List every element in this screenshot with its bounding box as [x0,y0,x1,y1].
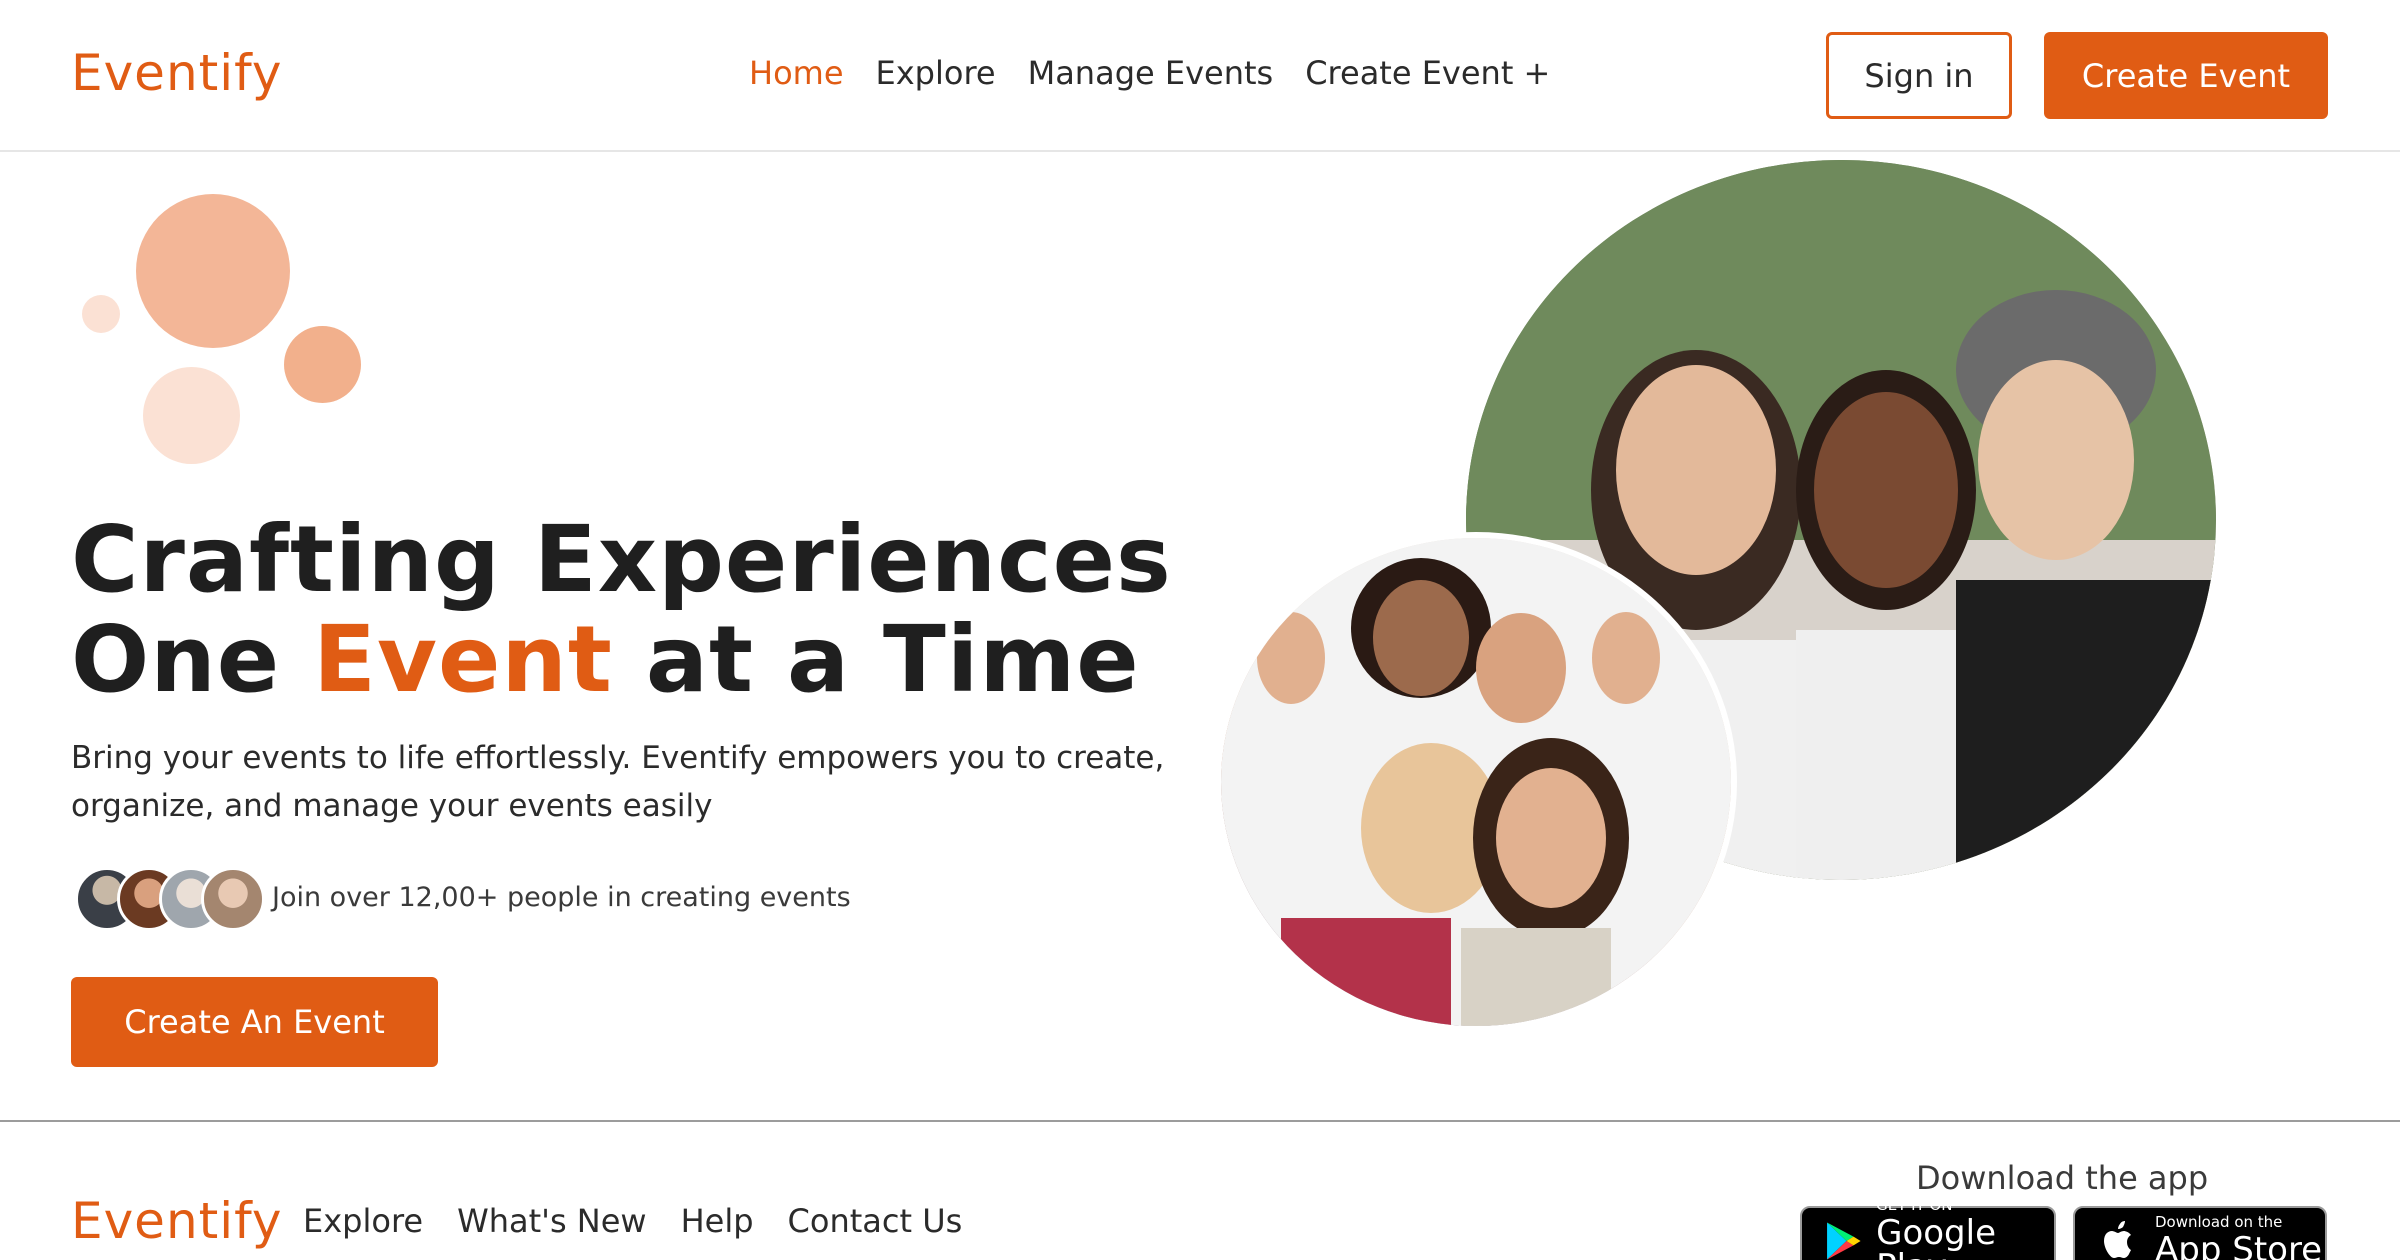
decor-dot-medium [284,326,361,403]
app-store-button[interactable]: Download on the App Store [2073,1206,2327,1260]
main-nav: Home Explore Manage Events Create Event … [749,54,1550,92]
footer-link-explore[interactable]: Explore [303,1202,423,1240]
download-app-label: Download the app [1916,1159,2209,1197]
footer-link-contact-us[interactable]: Contact Us [788,1202,963,1240]
brand-logo[interactable]: Eventify [71,44,282,102]
create-an-event-button[interactable]: Create An Event [71,977,438,1067]
decor-dot-pale [143,367,240,464]
google-play-button[interactable]: GET IT ON Google Play [1800,1198,2056,1260]
site-header: Eventify Home Explore Manage Events Crea… [0,0,2400,152]
join-count-text: Join over 12,00+ people in creating even… [272,882,851,913]
footer-nav: Explore What's New Help Contact Us [303,1202,962,1240]
google-play-big-text: Google Play [1876,1213,1997,1260]
hero-title-line2-post: at a Time [612,606,1140,713]
hero-photo-women-waving [1215,532,1737,1032]
decor-dot-tiny [82,295,120,333]
footer-link-whats-new[interactable]: What's New [457,1202,647,1240]
footer-brand-logo[interactable]: Eventify [71,1192,282,1250]
nav-home[interactable]: Home [749,54,844,92]
app-store-big-text: App Store [2155,1230,2323,1260]
decor-dot-large [136,194,290,348]
avatar-group [75,867,265,933]
hero-title-line2-pre: One [71,606,314,713]
hero-title-line1: Crafting Experiences [71,506,1172,613]
sign-in-button[interactable]: Sign in [1826,32,2012,119]
app-store-small-text: Download on the [2155,1213,2283,1231]
footer-divider [0,1120,2400,1122]
hero-title: Crafting Experiences One Event at a Time [71,510,1231,710]
hero-subtitle: Bring your events to life effortlessly. … [71,740,1165,824]
nav-explore[interactable]: Explore [876,54,996,92]
google-play-icon [1827,1222,1861,1260]
hero-photo-illustration [1221,538,1731,1026]
footer-link-help[interactable]: Help [681,1202,754,1240]
nav-manage-events[interactable]: Manage Events [1028,54,1274,92]
hero-title-accent: Event [313,606,613,713]
apple-icon [2104,1221,2131,1258]
nav-create-event[interactable]: Create Event + [1305,54,1550,92]
avatar [201,867,265,931]
google-play-small-text: GET IT ON [1876,1196,1953,1214]
create-event-button[interactable]: Create Event [2044,32,2328,119]
